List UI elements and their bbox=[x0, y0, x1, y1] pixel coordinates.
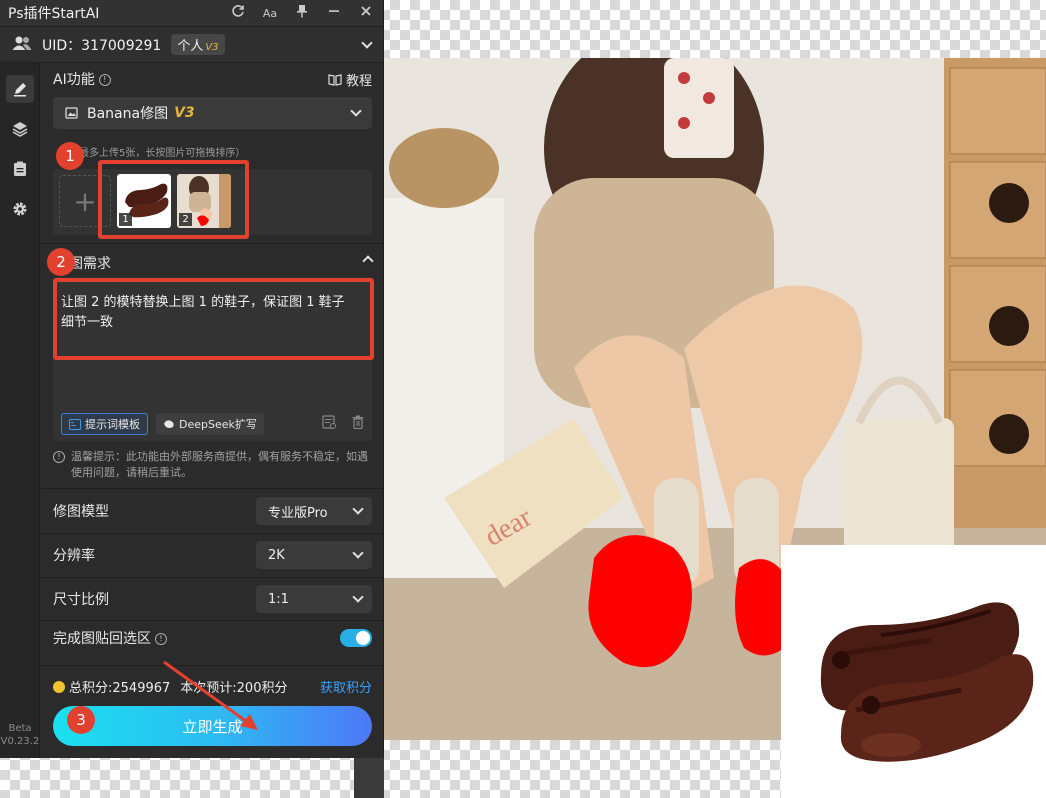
ai-model-select[interactable]: Banana修图 V3 bbox=[53, 97, 372, 129]
deepseek-expand-button[interactable]: DeepSeek扩写 bbox=[156, 413, 264, 435]
info-icon[interactable]: ! bbox=[98, 74, 111, 86]
option-model: 修图模型 专业版Pro bbox=[53, 489, 372, 533]
ai-model-badge: V3 bbox=[174, 105, 195, 121]
pin-icon[interactable] bbox=[293, 4, 311, 22]
chevron-down-icon[interactable] bbox=[361, 36, 373, 49]
info-icon: ! bbox=[53, 451, 65, 463]
history-icon[interactable] bbox=[322, 415, 336, 433]
coin-icon bbox=[53, 680, 65, 693]
chevron-down-icon bbox=[352, 503, 364, 515]
canvas-shoes-photo bbox=[781, 545, 1046, 798]
ai-function-header: AI功能! 教程 bbox=[53, 69, 372, 89]
startai-plugin-panel: Ps插件StartAI Aa UID：317009291 个人 V3 Beta … bbox=[0, 0, 384, 758]
annotation-box-2 bbox=[53, 278, 374, 360]
chevron-down-icon bbox=[352, 591, 364, 603]
sidebar: Beta V0.23.2 bbox=[0, 63, 40, 758]
divider bbox=[41, 243, 384, 244]
option-ratio: 尺寸比例 1:1 bbox=[53, 577, 372, 621]
layers-icon[interactable] bbox=[6, 115, 34, 143]
annotation-badge-1: 1 bbox=[56, 142, 84, 170]
prompt-toolbar: 提示词模板 DeepSeek扩写 bbox=[61, 413, 364, 435]
resolution-label: 分辨率 bbox=[53, 548, 95, 564]
chevron-down-icon bbox=[350, 105, 362, 117]
version-label: Beta V0.23.2 bbox=[0, 723, 40, 747]
panel-title: Ps插件StartAI bbox=[8, 6, 100, 22]
chevron-up-icon[interactable] bbox=[362, 255, 374, 267]
refresh-icon[interactable] bbox=[229, 4, 247, 22]
chevron-down-icon bbox=[352, 547, 364, 559]
minimize-icon[interactable] bbox=[325, 5, 343, 21]
ratio-label: 尺寸比例 bbox=[53, 592, 109, 608]
titlebar: Ps插件StartAI Aa bbox=[0, 0, 383, 27]
info-icon[interactable]: ! bbox=[155, 633, 167, 645]
template-icon bbox=[69, 418, 81, 430]
annotation-badge-3: 3 bbox=[67, 706, 95, 734]
close-icon[interactable] bbox=[357, 5, 375, 21]
clipboard-icon[interactable] bbox=[6, 155, 34, 183]
paste-back-toggle[interactable] bbox=[340, 629, 372, 647]
user-bar[interactable]: UID：317009291 个人 V3 bbox=[0, 27, 383, 63]
canvas-edge bbox=[354, 758, 384, 798]
tutorial-link[interactable]: 教程 bbox=[328, 70, 372, 89]
option-resolution: 分辨率 2K bbox=[53, 533, 372, 577]
image-edit-icon bbox=[65, 107, 78, 119]
model-option-label: 修图模型 bbox=[53, 504, 109, 520]
users-icon bbox=[12, 35, 32, 55]
edit-icon[interactable] bbox=[5, 75, 34, 103]
warm-tip: ! 温馨提示：此功能由外部服务商提供，偶有服务不稳定，如遇使用问题，请稍后重试。 bbox=[53, 449, 372, 481]
model-option-select[interactable]: 专业版Pro bbox=[256, 497, 372, 525]
book-icon bbox=[328, 73, 342, 86]
resolution-select[interactable]: 2K bbox=[256, 541, 372, 569]
paste-back-label: 完成图贴回选区 bbox=[53, 631, 151, 647]
deepseek-icon bbox=[164, 420, 174, 428]
get-points-link[interactable]: 获取积分 bbox=[320, 677, 372, 696]
trash-icon[interactable] bbox=[352, 415, 364, 433]
ratio-select[interactable]: 1:1 bbox=[256, 585, 372, 613]
ai-function-label: AI功能 bbox=[53, 72, 95, 88]
annotation-box-1 bbox=[98, 160, 249, 239]
annotation-arrow bbox=[163, 660, 258, 730]
ai-model-name: Banana修图 bbox=[87, 106, 169, 122]
user-uid: UID：317009291 bbox=[42, 37, 162, 54]
prompt-template-button[interactable]: 提示词模板 bbox=[61, 413, 148, 435]
settings-icon[interactable] bbox=[6, 195, 34, 223]
annotation-badge-2: 2 bbox=[47, 248, 75, 276]
requirement-header[interactable]: 图需求 bbox=[53, 253, 374, 273]
font-size-icon[interactable]: Aa bbox=[261, 7, 279, 20]
plan-tag: 个人 V3 bbox=[171, 34, 225, 55]
upload-hint: （最多上传5张，长按图片可拖拽排序） bbox=[69, 148, 246, 159]
